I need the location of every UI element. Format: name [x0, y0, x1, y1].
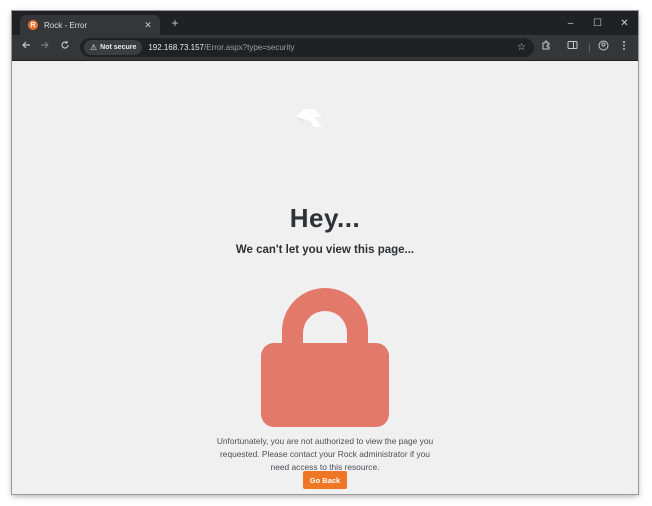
security-chip[interactable]: ⚠ Not secure [84, 40, 143, 55]
go-back-button[interactable]: Go Back [303, 471, 347, 489]
lock-icon [261, 279, 389, 427]
profile-icon[interactable] [596, 40, 611, 55]
forward-arrow-icon[interactable] [37, 40, 52, 55]
warning-icon: ⚠ [90, 43, 98, 52]
puzzle-icon[interactable] [538, 40, 553, 55]
security-chip-label: Not secure [100, 44, 137, 51]
rock-favicon-icon: R [28, 20, 38, 30]
reload-icon[interactable] [57, 40, 72, 55]
tab-title: Rock - Error [44, 20, 88, 30]
star-icon[interactable]: ☆ [517, 42, 526, 53]
rock-logo-icon [292, 101, 326, 135]
url-host: 192.168.73.157 [148, 43, 204, 52]
maximize-button[interactable]: ☐ [584, 11, 611, 35]
error-page: Hey... We can't let you view this page..… [12, 61, 638, 494]
url-path: /Error.aspx?type=security [203, 43, 295, 52]
kebab-menu-icon[interactable] [616, 40, 631, 55]
new-tab-button[interactable]: + [168, 16, 182, 30]
browser-toolbar: ⚠ Not secure 192.168.73.157/Error.aspx?t… [12, 35, 638, 61]
page-heading: Hey... [289, 203, 361, 233]
url-text[interactable]: 192.168.73.157/Error.aspx?type=security [148, 43, 517, 52]
close-window-button[interactable]: ✕ [611, 11, 638, 35]
page-subheading: We can't let you view this page... [235, 244, 415, 256]
address-bar[interactable]: ⚠ Not secure 192.168.73.157/Error.aspx?t… [80, 38, 534, 57]
window-controls: – ☐ ✕ [557, 11, 638, 35]
toolbar-separator [589, 43, 590, 53]
tab-strip: R Rock - Error ✕ + – ☐ ✕ [12, 11, 638, 35]
tab-rock-error[interactable]: R Rock - Error ✕ [20, 15, 160, 35]
browser-window: R Rock - Error ✕ + – ☐ ✕ ⚠ Not secure 19… [12, 11, 638, 494]
error-message: Unfortunately, you are not authorized to… [216, 436, 434, 472]
minimize-button[interactable]: – [557, 11, 584, 35]
tab-close-icon[interactable]: ✕ [142, 20, 154, 31]
side-panel-icon[interactable] [565, 40, 580, 55]
back-arrow-icon[interactable] [18, 40, 33, 55]
